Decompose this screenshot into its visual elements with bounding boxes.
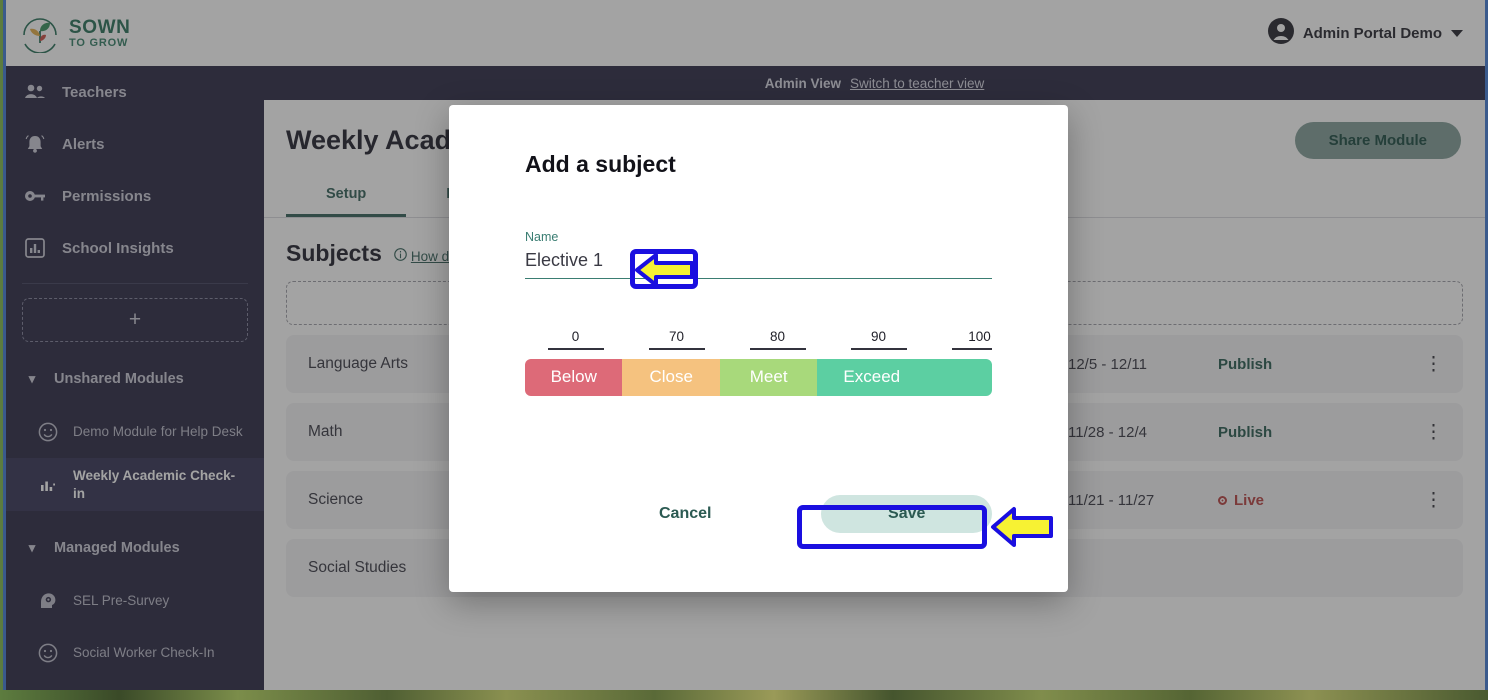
band-below: Below (525, 358, 623, 396)
name-field-label: Name (525, 230, 559, 244)
tick-underline (951, 348, 992, 350)
band-meet: Meet (719, 358, 818, 396)
name-field-group: Name (525, 230, 992, 279)
threshold-tick[interactable]: 90 (828, 329, 929, 350)
threshold-tick[interactable]: 70 (626, 329, 727, 350)
threshold-tick[interactable]: 0 (525, 329, 626, 350)
threshold-bands: Below Close Meet Exceed (525, 358, 992, 396)
tick-value: 90 (870, 329, 887, 344)
add-subject-dialog: Add a subject Name 0 70 80 (449, 105, 1068, 592)
dialog-title: Add a subject (525, 151, 676, 177)
band-close: Close (622, 358, 720, 396)
threshold-tick[interactable]: 100 (929, 329, 992, 350)
dialog-actions: Cancel Save (525, 495, 992, 533)
threshold-ticks: 0 70 80 90 100 (525, 329, 992, 350)
threshold-scale: 0 70 80 90 100 Below Close Meet Exceed (525, 329, 992, 411)
tick-value: 70 (668, 329, 685, 344)
tick-value: 0 (571, 329, 580, 344)
band-exceed: Exceed (817, 358, 992, 396)
tick-underline (749, 348, 806, 350)
tick-underline (547, 348, 604, 350)
save-button[interactable]: Save (821, 495, 992, 533)
tick-underline (850, 348, 907, 350)
tick-value: 80 (769, 329, 786, 344)
name-input[interactable] (525, 248, 992, 279)
browser-window: SOWN TO GROW Admin Portal Demo Teachers … (3, 0, 1488, 690)
cancel-button[interactable]: Cancel (641, 495, 729, 533)
threshold-tick[interactable]: 80 (727, 329, 828, 350)
tick-value: 100 (968, 329, 991, 344)
tick-underline (648, 348, 705, 350)
